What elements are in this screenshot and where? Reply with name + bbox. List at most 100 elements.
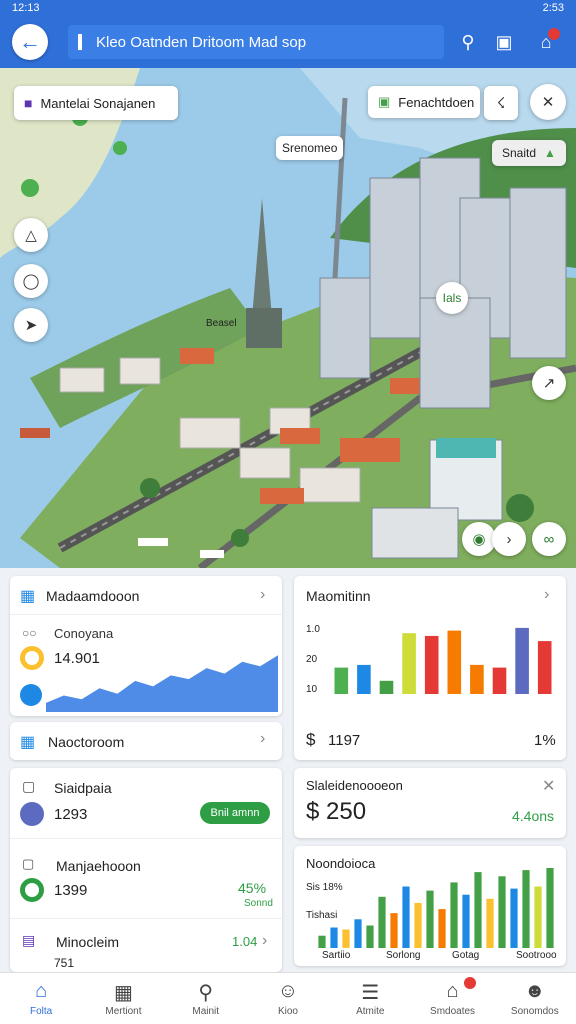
bottom-navigation: ⌂ Folta ▦ Mertiont ⚲ Mainit ☺ Kioo ☰ Atmite ⌂… [0, 972, 576, 1024]
chart-bar [522, 870, 530, 948]
nav-item-mertiont[interactable]: ▦ Mertiont [82, 973, 164, 1024]
card-title: Naoctoroom [48, 734, 125, 750]
chevron-right-icon[interactable]: › [260, 586, 265, 604]
area-tag: Snaitd ▲ [492, 140, 566, 166]
chevron-right-icon[interactable]: › [492, 522, 526, 556]
location-chip[interactable]: ■ Mantelai Sonajanen [14, 86, 178, 120]
notifications-icon[interactable]: ⌂ [532, 28, 560, 56]
place-chip-label: Fenachtdoen [398, 94, 475, 110]
grid-icon: ▦ [113, 982, 133, 1004]
stat-percent: 45% [238, 880, 267, 896]
close-icon[interactable]: ✕ [530, 84, 566, 120]
photo-icon: ▣ [378, 94, 391, 109]
chart-bar [334, 667, 349, 694]
map-marker-tag[interactable]: Ials [436, 282, 468, 314]
city-map[interactable]: ■ Mantelai Sonajanen ▣ Fenachtdoen ☇ ✕ S… [0, 68, 576, 568]
place-chip[interactable]: ▣ Fenachtdoen [368, 86, 480, 118]
metric-value: 1197 [328, 732, 361, 749]
list-icon: ☰ [361, 982, 380, 1004]
chart-bar [414, 902, 422, 948]
chart-bar [470, 664, 484, 694]
chart-bar [486, 898, 494, 948]
chart-bar [450, 882, 458, 948]
stat-value: 1.04 [232, 934, 258, 949]
glasses-icon: ○○ [22, 626, 37, 640]
y-tick-label: 20 [306, 654, 318, 665]
avatar [20, 802, 44, 826]
chart-bar [342, 929, 350, 948]
home-icon: ⌂ [35, 980, 48, 1002]
card-navigation[interactable]: ▦ Naoctoroom › [10, 722, 282, 760]
chart-bar [498, 876, 506, 948]
stat-value: 1399 [54, 882, 88, 899]
nav-item-sonomdos[interactable]: ☻ Sonomdos [494, 973, 576, 1024]
bookmark-icon: ■ [24, 95, 33, 111]
nav-item-atmite[interactable]: ☰ Atmite [329, 973, 411, 1024]
chart-bar [515, 627, 529, 694]
search-icon[interactable]: ⚲ [454, 28, 482, 56]
status-bar: 12:13 2:53 [0, 0, 576, 16]
nav-item-kioo[interactable]: ☺ Kioo [247, 973, 329, 1024]
landmark-label: Srenomeo [276, 136, 344, 160]
close-icon[interactable]: ✕ [542, 776, 555, 796]
face-icon: ☺ [277, 980, 299, 1002]
directions-icon[interactable]: ↗ [532, 366, 566, 400]
chart-bar [424, 635, 439, 694]
compass-icon[interactable]: ◯ [14, 264, 48, 298]
section-title: Manjaehooon [56, 858, 141, 874]
tree-icon: ▲ [544, 146, 556, 160]
chart-bar [357, 664, 371, 694]
status-time: 12:13 [12, 2, 40, 14]
chart-bar [379, 680, 394, 694]
camera-icon[interactable]: ▣ [490, 28, 518, 56]
person-icon: ☻ [524, 980, 546, 1002]
chevron-right-icon[interactable]: › [544, 586, 549, 604]
currency-symbol: $ [306, 730, 316, 749]
chart-bar [462, 894, 470, 948]
summary-delta: 4.4ons [512, 808, 555, 824]
stat-footer: 751 [54, 956, 75, 970]
card-title: Maomitinn [306, 588, 371, 604]
divider [10, 918, 282, 919]
chevron-right-icon[interactable]: › [262, 932, 267, 950]
pin-marker-icon [78, 34, 82, 50]
ring-icon [20, 646, 44, 670]
calendar-icon: ▦ [20, 588, 36, 605]
calendar-icon: ▦ [20, 734, 36, 751]
section-title: Minocleim [56, 934, 120, 950]
share-icon[interactable]: ☇ [484, 86, 518, 120]
nav-item-mainit[interactable]: ⚲ Mainit [165, 973, 247, 1024]
back-button[interactable]: ← [12, 24, 48, 60]
status-right: 2:53 [542, 2, 564, 14]
chevron-right-icon[interactable]: › [260, 730, 265, 748]
divider [10, 614, 282, 615]
nav-item-smdoates[interactable]: ⌂ Smdoates [411, 973, 493, 1024]
search-icon: ⚲ [198, 982, 214, 1004]
card-distribution[interactable]: Noondoioca Sis 18% Tishasi Sartiio Sorlo… [294, 846, 566, 966]
dot-icon [20, 684, 42, 706]
card-summary[interactable]: Slaleidenoooeon ✕ $ 250 4.4ons [294, 768, 566, 838]
chart-bar [447, 630, 462, 694]
chart-bar [378, 896, 386, 948]
chart-bar [438, 909, 446, 948]
area-series [46, 655, 278, 712]
metric-percent: 1% [534, 732, 556, 749]
x-tick-label: Gotag [452, 950, 480, 961]
eco-icon[interactable]: ◉ [462, 522, 496, 556]
chart-bar [492, 667, 507, 694]
status-ring-icon [20, 878, 44, 902]
chart-bar [546, 868, 554, 948]
nav-item-folta[interactable]: ⌂ Folta [0, 973, 82, 1024]
card-overview[interactable]: ▦ Madaamdooon › ○○ Conoyana 14.901 [10, 576, 282, 716]
bar-chart [334, 627, 552, 694]
navigation-icon[interactable]: ➤ [14, 308, 48, 342]
chart-bar [330, 927, 338, 948]
action-button[interactable]: Bnil amnn [200, 802, 270, 824]
x-tick-label: Sootrooo [516, 950, 557, 961]
card-bar-metrics[interactable]: Maomitinn › 1.0 20 10 $ 1197 1% [294, 576, 566, 760]
bar-chart [318, 868, 554, 948]
layers-icon[interactable]: △ [14, 218, 48, 252]
route-icon[interactable]: ∞ [532, 522, 566, 556]
chart-bar [510, 888, 518, 948]
search-bar[interactable]: Kleo Oatnden Dritoom Mad sop [68, 25, 444, 59]
